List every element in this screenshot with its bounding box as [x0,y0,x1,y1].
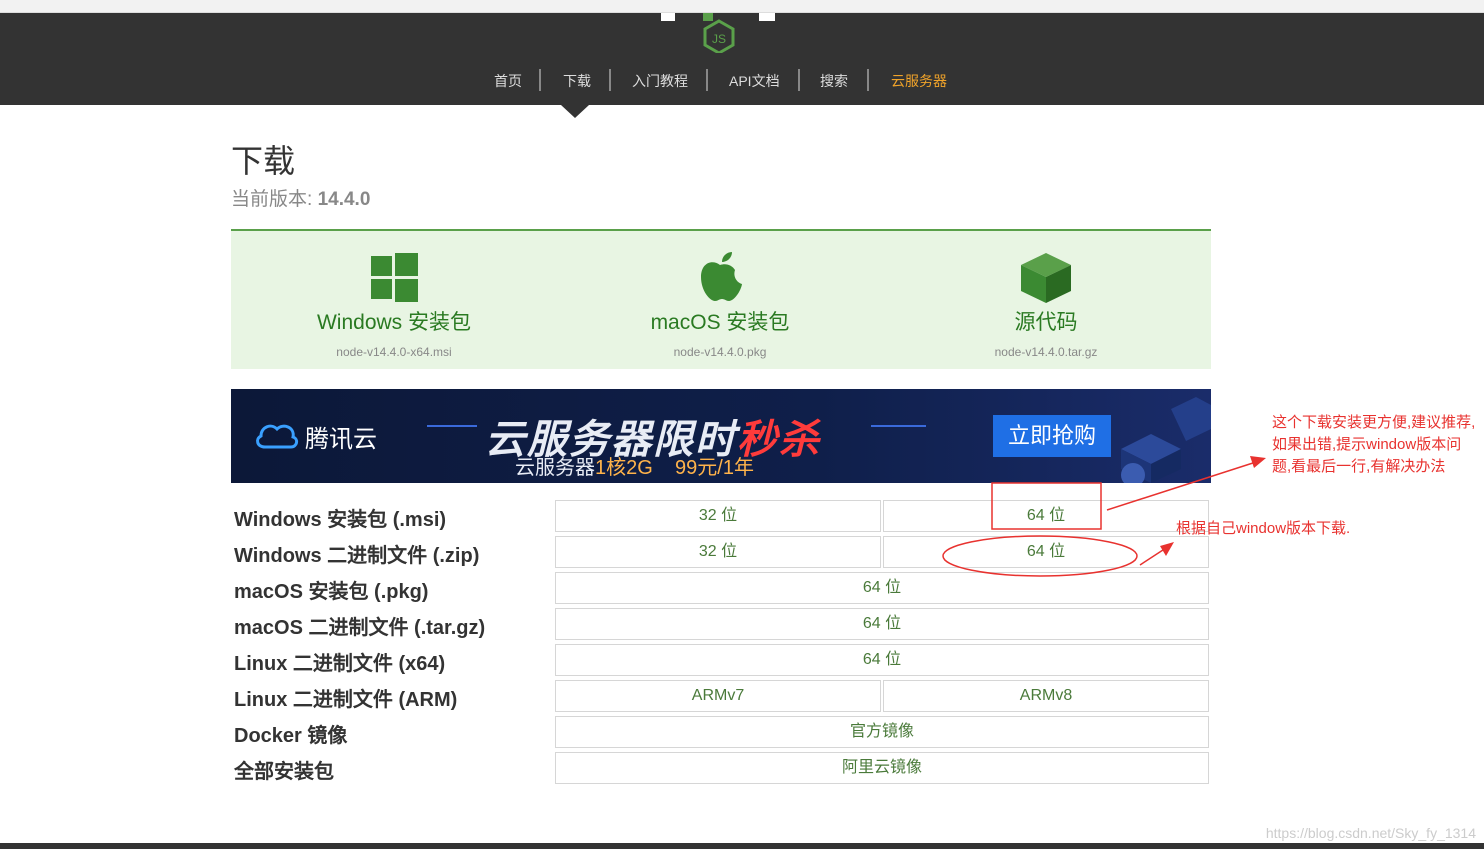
watermark: https://blog.csdn.net/Sky_fy_1314 [1265,825,1476,841]
download-cell[interactable]: ARMv7 [555,680,881,712]
main-nav: 首页 下载 入门教程 API文档 搜索 云服务器 [0,69,1484,93]
download-windows[interactable]: Windows 安装包 node-v14.4.0-x64.msi [231,231,557,369]
download-macos[interactable]: macOS 安装包 node-v14.4.0.pkg [557,231,883,369]
row-label: 全部安装包 [234,761,334,783]
active-nav-caret [561,105,589,118]
download-cell[interactable]: 64 位 [555,572,1209,604]
row-label: Windows 安装包 (.msi) [234,509,447,531]
site-header: JS 首页 下载 入门教程 API文档 搜索 云服务器 [0,13,1484,105]
table-row: Linux 二进制文件 (ARM) ARMv7 ARMv8 [231,678,1211,714]
download-source-label: 源代码 [1014,311,1078,334]
table-row: Linux 二进制文件 (x64) 64 位 [231,642,1211,678]
table-row: Windows 安装包 (.msi) 32 位 64 位 [231,498,1211,534]
browser-top-strip [0,0,1484,13]
banner-decor-cubes [1121,397,1211,483]
footer-bar [0,843,1484,849]
banner-decor-line [427,425,477,427]
nodejs-logo[interactable]: JS [655,13,785,53]
row-label: Linux 二进制文件 (ARM) [234,689,458,711]
download-options-box: Windows 安装包 node-v14.4.0-x64.msi macOS 安… [231,229,1211,369]
banner-buy-button[interactable]: 立即抢购 [993,415,1111,457]
nav-separator [798,69,800,91]
download-cell[interactable]: 64 位 [883,536,1209,568]
download-cell[interactable]: 64 位 [883,500,1209,532]
row-label: Docker 镜像 [234,725,348,747]
annotation-note-2: 根据自己window版本下载. [1176,520,1351,537]
table-row: macOS 安装包 (.pkg) 64 位 [231,570,1211,606]
banner-decor-line [871,425,926,427]
download-cell[interactable]: 32 位 [555,536,881,568]
banner-brand: 腾讯云 [305,426,377,453]
nav-separator [867,69,869,91]
row-label: Linux 二进制文件 (x64) [234,653,446,675]
download-windows-file: node-v14.4.0-x64.msi [336,345,452,359]
version-value: 14.4.0 [317,189,371,210]
row-label: macOS 安装包 (.pkg) [234,581,429,603]
download-cell[interactable]: 64 位 [555,608,1209,640]
nav-item-download[interactable]: 下载 [563,69,591,93]
download-cell[interactable]: 64 位 [555,644,1209,676]
download-source[interactable]: 源代码 node-v14.4.0.tar.gz [883,231,1209,369]
banner-sub-a: 云服务器 [515,457,595,479]
row-label: Windows 二进制文件 (.zip) [234,545,480,567]
tencent-cloud-ad-banner[interactable]: 腾讯云 云服务器限时秒杀 云服务器1核2G 99元/1年 立即抢购 [231,389,1211,483]
banner-subline: 云服务器1核2G 99元/1年 [515,451,754,480]
page-title: 下载 [231,143,296,179]
download-cell[interactable]: 阿里云镜像 [555,752,1209,784]
nav-separator [609,69,611,91]
tencent-cloud-logo-icon [256,424,299,449]
windows-icon [371,253,418,302]
download-cell[interactable]: 32 位 [555,500,881,532]
row-label: macOS 二进制文件 (.tar.gz) [234,617,486,639]
nav-item-api[interactable]: API文档 [729,69,780,93]
download-windows-label: Windows 安装包 [316,311,472,334]
nav-item-home[interactable]: 首页 [494,69,522,93]
cube-icon [1021,253,1071,303]
download-source-file: node-v14.4.0.tar.gz [994,345,1098,359]
download-macos-label: macOS 安装包 [650,311,790,334]
annotation-arrowhead [1250,456,1266,468]
banner-sub-b: 1核2G [595,457,653,479]
table-row: 全部安装包 阿里云镜像 [231,750,1211,786]
table-row: Docker 镜像 官方镜像 [231,714,1211,750]
download-cell[interactable]: 官方镜像 [555,716,1209,748]
banner-sub-c: 99元/1年 [675,457,754,479]
nav-item-cloud-server[interactable]: 云服务器 [891,69,947,93]
download-macos-file: node-v14.4.0.pkg [673,345,767,359]
version-label: 当前版本: [231,189,318,210]
svg-text:JS: JS [712,32,726,46]
download-cell[interactable]: ARMv8 [883,680,1209,712]
nav-separator [539,69,541,91]
apple-icon [701,252,742,301]
nav-item-search[interactable]: 搜索 [820,69,848,93]
annotation-note-1: 这个下载安装更方便,建议推荐,如果出错,提示window版本问题,看最后一行,有… [1272,414,1476,475]
table-row: Windows 二进制文件 (.zip) 32 位 64 位 [231,534,1211,570]
nav-separator [706,69,708,91]
nav-item-tutorial[interactable]: 入门教程 [632,69,688,93]
table-row: macOS 二进制文件 (.tar.gz) 64 位 [231,606,1211,642]
current-version: 当前版本: 14.4.0 [231,184,370,211]
